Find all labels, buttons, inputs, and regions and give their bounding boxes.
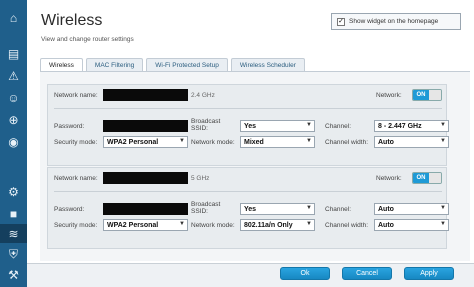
alert-icon[interactable]: ⚠: [4, 66, 23, 85]
network-name-label: Network name:: [54, 92, 98, 99]
network-map-icon[interactable]: ⊕: [4, 110, 23, 129]
security-mode-value: WPA2 Personal: [107, 138, 159, 146]
network-mode-value: 802.11a/n Only: [244, 221, 293, 229]
password-field[interactable]: [103, 203, 188, 215]
chevron-down-icon: ▼: [440, 138, 446, 144]
toggle-off-area: [429, 173, 441, 183]
security-mode-label: Security mode:: [54, 222, 98, 229]
channel-width-value: Auto: [378, 221, 394, 229]
chevron-down-icon: ▼: [306, 122, 312, 128]
channel-width-select[interactable]: Auto ▼: [374, 136, 449, 148]
broadcast-ssid-value: Yes: [244, 122, 257, 130]
tab-wireless-scheduler[interactable]: Wireless Scheduler: [230, 58, 305, 71]
toggle-off-area: [429, 90, 441, 100]
security-mode-select[interactable]: WPA2 Personal ▼: [103, 219, 188, 231]
security-mode-value: WPA2 Personal: [107, 221, 159, 229]
broadcast-ssid-value: Yes: [244, 205, 257, 213]
security-mode-label: Security mode:: [54, 139, 98, 146]
network-toggle[interactable]: ON: [412, 172, 442, 184]
channel-width-label: Channel width:: [325, 222, 368, 229]
channel-select[interactable]: 8 - 2.447 GHz ▼: [374, 120, 449, 132]
chevron-down-icon: ▼: [306, 221, 312, 227]
chevron-down-icon: ▼: [440, 205, 446, 211]
network-name-field[interactable]: [103, 172, 188, 184]
network-name-field[interactable]: [103, 89, 188, 101]
tab-bar: Wireless MAC Filtering Wi-Fi Protected S…: [40, 58, 305, 71]
footer-bar: Ok Cancel Apply: [27, 263, 474, 287]
network-mode-label: Network mode:: [191, 139, 235, 146]
wifi-icon[interactable]: ≋: [0, 224, 27, 243]
chevron-down-icon: ▼: [440, 122, 446, 128]
divider: [54, 108, 442, 109]
band-2-4ghz-section: Network name: 2.4 GHz Network: ON Passwo…: [47, 84, 449, 166]
channel-label: Channel:: [325, 123, 352, 130]
channel-width-label: Channel width:: [325, 139, 368, 146]
chevron-down-icon: ▼: [440, 221, 446, 227]
band-5ghz-section: Network name: 5 GHz Network: ON Password…: [47, 167, 449, 249]
network-label: Network:: [376, 92, 402, 99]
sidebar: ⌂ ▤ ⚠ ☺ ⊕ ◉ ⚙ ■ ≋ ⛨ ⚒: [0, 0, 27, 287]
network-mode-label: Network mode:: [191, 222, 235, 229]
tab-panel: Network name: 2.4 GHz Network: ON Passwo…: [40, 71, 470, 261]
divider: [54, 191, 442, 192]
channel-width-value: Auto: [378, 138, 394, 146]
settings-icon[interactable]: ⚙: [4, 182, 23, 201]
parental-icon[interactable]: ☺: [4, 88, 23, 107]
home-icon[interactable]: ⌂: [4, 8, 23, 27]
network-name-label: Network name:: [54, 175, 98, 182]
network-mode-value: Mixed: [244, 138, 264, 146]
chevron-down-icon: ▼: [179, 221, 185, 227]
checkbox-checked-icon[interactable]: ✓: [337, 17, 345, 26]
tab-mac-filtering[interactable]: MAC Filtering: [85, 58, 144, 71]
toggle-on-label: ON: [413, 173, 429, 183]
broadcast-ssid-select[interactable]: Yes ▼: [240, 120, 315, 132]
network-mode-select[interactable]: 802.11a/n Only ▼: [240, 219, 315, 231]
router-icon[interactable]: ▤: [4, 44, 23, 63]
toggle-on-label: ON: [413, 90, 429, 100]
page-title: Wireless: [41, 12, 103, 29]
channel-value: Auto: [378, 205, 394, 213]
chevron-down-icon: ▼: [179, 138, 185, 144]
channel-width-select[interactable]: Auto ▼: [374, 219, 449, 231]
security-mode-select[interactable]: WPA2 Personal ▼: [103, 136, 188, 148]
camera-icon[interactable]: ■: [4, 204, 23, 223]
chevron-down-icon: ▼: [306, 138, 312, 144]
tools-icon[interactable]: ⚒: [4, 265, 23, 284]
cancel-button[interactable]: Cancel: [342, 267, 392, 280]
channel-label: Channel:: [325, 206, 352, 213]
tab-wireless[interactable]: Wireless: [40, 58, 83, 71]
broadcast-ssid-label: Broadcast SSID:: [191, 201, 221, 215]
password-label: Password:: [54, 123, 85, 130]
main-panel: Wireless View and change router settings…: [27, 0, 474, 287]
channel-select[interactable]: Auto ▼: [374, 203, 449, 215]
apply-button[interactable]: Apply: [404, 267, 454, 280]
band-label: 5 GHz: [191, 175, 210, 182]
password-field[interactable]: [103, 120, 188, 132]
tab-wifi-protected-setup[interactable]: Wi-Fi Protected Setup: [146, 58, 228, 71]
password-label: Password:: [54, 206, 85, 213]
ok-button[interactable]: Ok: [280, 267, 330, 280]
band-label: 2.4 GHz: [191, 92, 215, 99]
network-toggle[interactable]: ON: [412, 89, 442, 101]
broadcast-ssid-select[interactable]: Yes ▼: [240, 203, 315, 215]
chevron-down-icon: ▼: [306, 205, 312, 211]
page-subtitle: View and change router settings: [41, 36, 134, 43]
network-label: Network:: [376, 175, 402, 182]
network-mode-select[interactable]: Mixed ▼: [240, 136, 315, 148]
channel-value: 8 - 2.447 GHz: [378, 122, 422, 130]
broadcast-ssid-label: Broadcast SSID:: [191, 118, 221, 132]
show-widget-label: Show widget on the homepage: [349, 18, 439, 25]
speed-test-icon[interactable]: ◉: [4, 132, 23, 151]
security-icon[interactable]: ⛨: [4, 244, 23, 263]
show-widget-checkbox[interactable]: ✓ Show widget on the homepage: [331, 13, 461, 30]
